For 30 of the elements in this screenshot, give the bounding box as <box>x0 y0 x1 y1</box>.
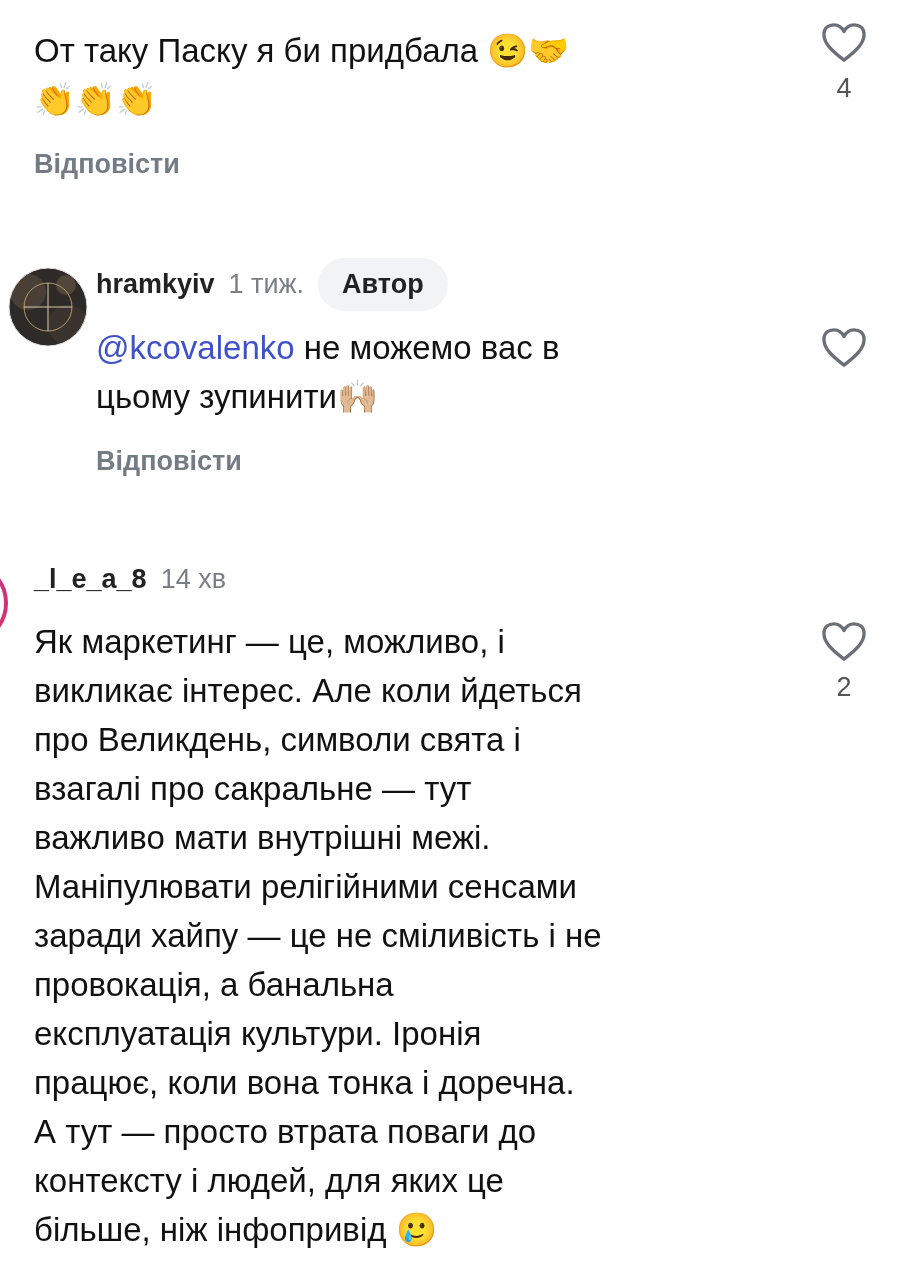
comment-text: провокація, а банальна <box>34 966 394 1003</box>
reply-link[interactable]: Відповісти <box>96 440 242 481</box>
heart-icon[interactable] <box>821 621 867 663</box>
username[interactable]: _l_e_a_8 <box>34 558 147 600</box>
comment-text: заради хайпу — це не сміливість і не <box>34 917 602 954</box>
username[interactable]: hramkyiv <box>96 264 215 305</box>
comment-text: Маніпулювати релігійними сенсами <box>34 868 577 905</box>
comment-text: 👏👏👏 <box>34 81 157 118</box>
comment-text: взагалі про сакральне — тут <box>34 770 472 807</box>
author-badge: Автор <box>318 258 448 311</box>
comment-text: цьому зупинити🙌🏼 <box>96 377 378 415</box>
comment-text: @kcovalenko не можемо вас в <box>96 328 560 366</box>
like-count: 2 <box>836 671 852 704</box>
comment-text: працює, коли вона тонка і доречна. <box>34 1064 575 1101</box>
comment-text: викликає інтерес. Але коли йдеться <box>34 672 582 709</box>
comment-text: про Великдень, символи свята і <box>34 721 521 758</box>
reply-link[interactable]: Відповісти <box>34 144 180 185</box>
comment-text: От таку Паску я би придбала 😉🤝 <box>34 32 570 69</box>
timestamp: 14 хв <box>160 562 226 596</box>
comment-text: контексту і людей, для яких це <box>34 1162 504 1199</box>
comment-text: Як маркетинг — це, можливо, і <box>34 623 505 660</box>
comment-text: важливо мати внутрішні межі. <box>34 819 491 856</box>
heart-icon[interactable] <box>821 22 867 64</box>
comment-text: А тут — просто втрата поваги до <box>34 1113 537 1150</box>
mention-link[interactable]: @kcovalenko <box>96 328 295 366</box>
timestamp: 1 тиж. <box>228 268 305 302</box>
heart-icon[interactable] <box>821 326 867 369</box>
comment-text: експлуатація культури. Іронія <box>34 1015 482 1052</box>
like-count: 4 <box>836 72 852 105</box>
comment-text: більше, ніж інфопривід 🥲 <box>34 1211 437 1248</box>
